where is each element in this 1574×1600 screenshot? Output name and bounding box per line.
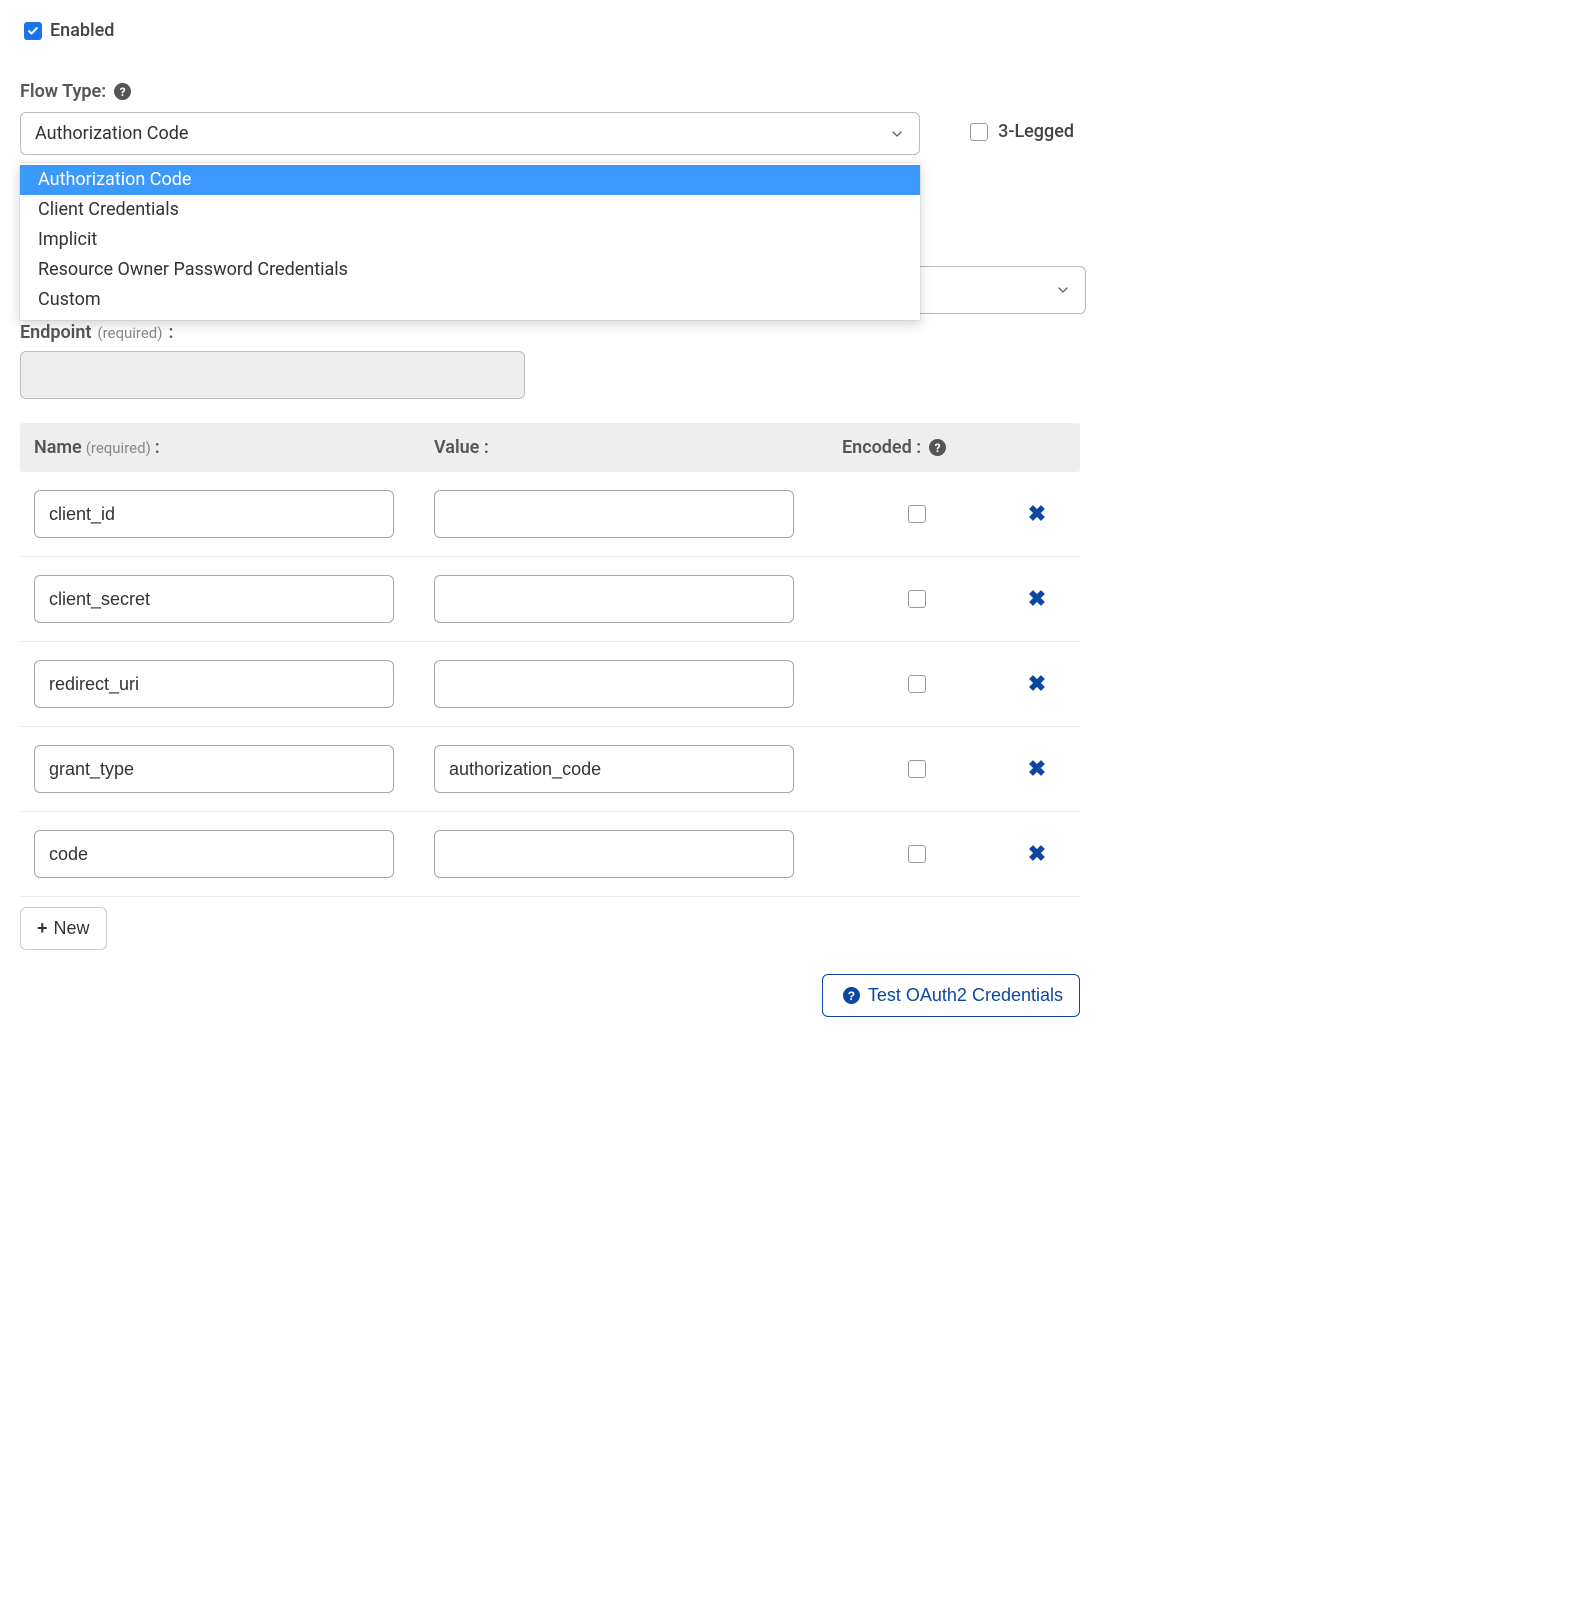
flow-type-dropdown: Authorization Code Client Credentials Im… (20, 163, 920, 320)
help-icon[interactable]: ? (929, 439, 946, 456)
enabled-checkbox[interactable] (24, 22, 42, 40)
param-name-input[interactable] (34, 830, 394, 878)
param-encoded-checkbox[interactable] (908, 590, 926, 608)
table-row: ✖ (20, 557, 1080, 642)
param-name-input[interactable] (34, 745, 394, 793)
enabled-label: Enabled (50, 20, 114, 41)
th-value: Value : (434, 437, 489, 458)
flow-type-selected: Authorization Code (35, 123, 188, 144)
flow-type-select[interactable]: Authorization Code (20, 112, 920, 155)
th-name-required: (required) (86, 439, 151, 457)
new-button-label: New (54, 918, 90, 939)
param-value-input[interactable] (434, 660, 794, 708)
new-button[interactable]: + New (20, 907, 107, 950)
th-name: Name (34, 437, 82, 458)
chevron-down-icon (1055, 282, 1071, 298)
table-header: Name (required) : Value : Encoded : ? (20, 423, 1080, 472)
table-row: ✖ (20, 727, 1080, 812)
delete-row-icon[interactable]: ✖ (1028, 587, 1046, 612)
test-credentials-button[interactable]: ? Test OAuth2 Credentials (822, 974, 1080, 1017)
flow-type-option[interactable]: Authorization Code (20, 165, 920, 195)
param-value-input[interactable] (434, 745, 794, 793)
flow-type-option[interactable]: Client Credentials (20, 195, 920, 225)
param-value-input[interactable] (434, 830, 794, 878)
param-name-input[interactable] (34, 490, 394, 538)
param-encoded-checkbox[interactable] (908, 675, 926, 693)
endpoint-required: (required) (97, 324, 162, 342)
delete-row-icon[interactable]: ✖ (1028, 502, 1046, 527)
chevron-down-icon (889, 126, 905, 142)
param-encoded-checkbox[interactable] (908, 845, 926, 863)
table-row: ✖ (20, 642, 1080, 727)
flow-type-option[interactable]: Resource Owner Password Credentials (20, 255, 920, 285)
param-name-input[interactable] (34, 660, 394, 708)
flow-type-option[interactable]: Implicit (20, 225, 920, 255)
param-name-input[interactable] (34, 575, 394, 623)
param-value-input[interactable] (434, 575, 794, 623)
delete-row-icon[interactable]: ✖ (1028, 672, 1046, 697)
table-row: ✖ (20, 812, 1080, 897)
param-value-input[interactable] (434, 490, 794, 538)
table-row: ✖ (20, 472, 1080, 557)
plus-icon: + (37, 918, 48, 939)
endpoint-input[interactable] (20, 351, 525, 399)
th-encoded: Encoded : (842, 437, 921, 458)
flow-type-option[interactable]: Custom (20, 285, 920, 315)
endpoint-colon: : (169, 322, 174, 343)
flow-type-label: Flow Type: (20, 81, 106, 102)
endpoint-label: Endpoint (20, 322, 91, 343)
test-button-label: Test OAuth2 Credentials (868, 985, 1063, 1006)
delete-row-icon[interactable]: ✖ (1028, 757, 1046, 782)
help-icon[interactable]: ? (114, 83, 131, 100)
delete-row-icon[interactable]: ✖ (1028, 842, 1046, 867)
three-legged-label: 3-Legged (998, 121, 1074, 142)
param-encoded-checkbox[interactable] (908, 760, 926, 778)
help-icon: ? (843, 987, 860, 1004)
three-legged-checkbox[interactable] (970, 123, 988, 141)
param-encoded-checkbox[interactable] (908, 505, 926, 523)
